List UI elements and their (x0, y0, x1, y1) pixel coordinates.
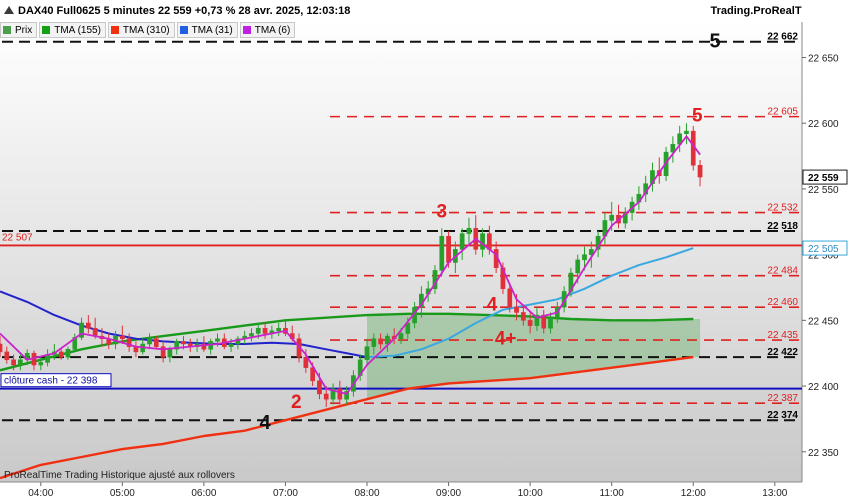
candle-body (507, 288, 513, 308)
legend-item-prix[interactable]: Prix (0, 22, 38, 38)
current-price-label: 22 559 (808, 173, 839, 184)
prix-swatch-icon (3, 26, 11, 34)
legend-item-tma310[interactable]: TMA (310) (107, 22, 175, 38)
candle-body (575, 259, 581, 274)
candle-body (582, 254, 587, 261)
legend-label: TMA (310) (122, 24, 170, 36)
x-tick-label: 07:00 (273, 488, 298, 499)
y-tick-label: 22 600 (808, 119, 839, 130)
candle-body (439, 235, 445, 271)
price-chart[interactable]: 04:00 05:00 06:00 07:00 08:00 09:00 10:00 11:00… (0, 0, 850, 500)
candle-body (446, 235, 451, 263)
x-tick-label: 05:00 (110, 488, 135, 499)
level-label: 22 435 (767, 330, 798, 341)
level-label: 22 387 (767, 393, 798, 404)
level-label: 22 662 (767, 32, 798, 43)
footer-note: ProRealTime Trading Historique ajusté au… (4, 470, 235, 481)
candle-body (527, 320, 533, 326)
candle-body (466, 228, 472, 234)
candle-body (486, 233, 492, 250)
candle-body (276, 327, 282, 332)
candle-body (317, 380, 322, 395)
candle-body (459, 233, 465, 250)
x-tick-label: 06:00 (191, 488, 216, 499)
x-tick-label: 04:00 (28, 488, 53, 499)
y-tick-label: 22 650 (808, 53, 839, 64)
chart-window: DAX40 Full0625 5 minutes 22 559 +0,73 % … (0, 0, 850, 500)
annotation-label: 2 (291, 392, 302, 413)
legend-item-tma31[interactable]: TMA (31) (176, 22, 238, 38)
level-label: 22 532 (767, 203, 798, 214)
cash-close-label: clôture cash - 22 398 (4, 376, 98, 387)
candle-body (337, 388, 343, 400)
reference-label: 22 507 (2, 232, 33, 243)
level-label: 22 605 (767, 107, 798, 118)
candle-body (58, 351, 64, 358)
level-label: 22 484 (767, 266, 798, 277)
candle-body (153, 338, 159, 347)
candle-body (514, 306, 519, 313)
candle-body (4, 351, 10, 361)
x-tick-label: 10:00 (518, 488, 543, 499)
tma310-swatch-icon (110, 26, 119, 34)
candle-body (11, 359, 16, 366)
candle-body (697, 165, 703, 178)
candle-body (228, 343, 234, 347)
annotation-label: 4 (487, 295, 498, 316)
candle-body (684, 130, 689, 134)
y-tick-label: 22 550 (808, 185, 839, 196)
tma155-swatch-icon (42, 26, 51, 34)
candle-body (38, 362, 44, 366)
legend-item-tma155[interactable]: TMA (155) (39, 22, 106, 38)
candle-body (167, 349, 173, 358)
tma31-swatch-icon (179, 26, 188, 34)
candle-body (18, 359, 23, 366)
legend-label: TMA (6) (254, 24, 291, 36)
x-tick-label: 12:00 (681, 488, 706, 499)
candle-body (85, 322, 91, 329)
candle-body (398, 333, 404, 339)
candle-body (520, 312, 526, 321)
indicator-legend: Prix TMA (155) TMA (310) TMA (31) TMA (6… (0, 22, 297, 38)
x-tick-label: 11:00 (600, 488, 625, 499)
candle-body (364, 346, 370, 361)
x-tick-label: 13:00 (762, 488, 787, 499)
annotation-label: 4 (260, 412, 272, 434)
candle-body (65, 349, 71, 358)
annotation-label: 5 (709, 31, 720, 53)
annotation-label: 4+ (495, 329, 517, 350)
legend-label: TMA (155) (54, 24, 101, 36)
legend-label: Prix (15, 24, 33, 36)
candle-body (371, 338, 377, 347)
level-label: 22 422 (767, 347, 798, 358)
candle-body (378, 338, 383, 345)
y-tick-label: 22 350 (808, 448, 839, 459)
tma31-value-label: 22 505 (808, 244, 839, 255)
candle-body (548, 317, 553, 329)
candle-body (160, 346, 166, 358)
x-tick-label: 09:00 (436, 488, 461, 499)
candle-body (119, 335, 125, 339)
level-label: 22 460 (767, 297, 798, 308)
annotation-label: 3 (436, 201, 447, 222)
y-tick-label: 22 400 (808, 382, 839, 393)
candle-body (249, 333, 254, 337)
level-label: 22 374 (767, 410, 798, 421)
y-tick-label: 22 450 (808, 316, 839, 327)
candle-body (262, 327, 268, 334)
candle-body (480, 233, 485, 250)
candle-body (147, 338, 152, 345)
legend-label: TMA (31) (191, 24, 233, 36)
tma6-swatch-icon (242, 26, 251, 34)
candle-body (609, 214, 615, 221)
candle-body (255, 327, 261, 334)
level-label: 22 518 (767, 221, 798, 232)
legend-item-tma6[interactable]: TMA (6) (239, 22, 296, 38)
annotation-label: 5 (692, 105, 703, 126)
candle-body (323, 393, 329, 400)
candle-body (215, 338, 220, 342)
x-tick-label: 08:00 (355, 488, 380, 499)
candle-body (181, 341, 186, 345)
candle-body (0, 343, 3, 353)
